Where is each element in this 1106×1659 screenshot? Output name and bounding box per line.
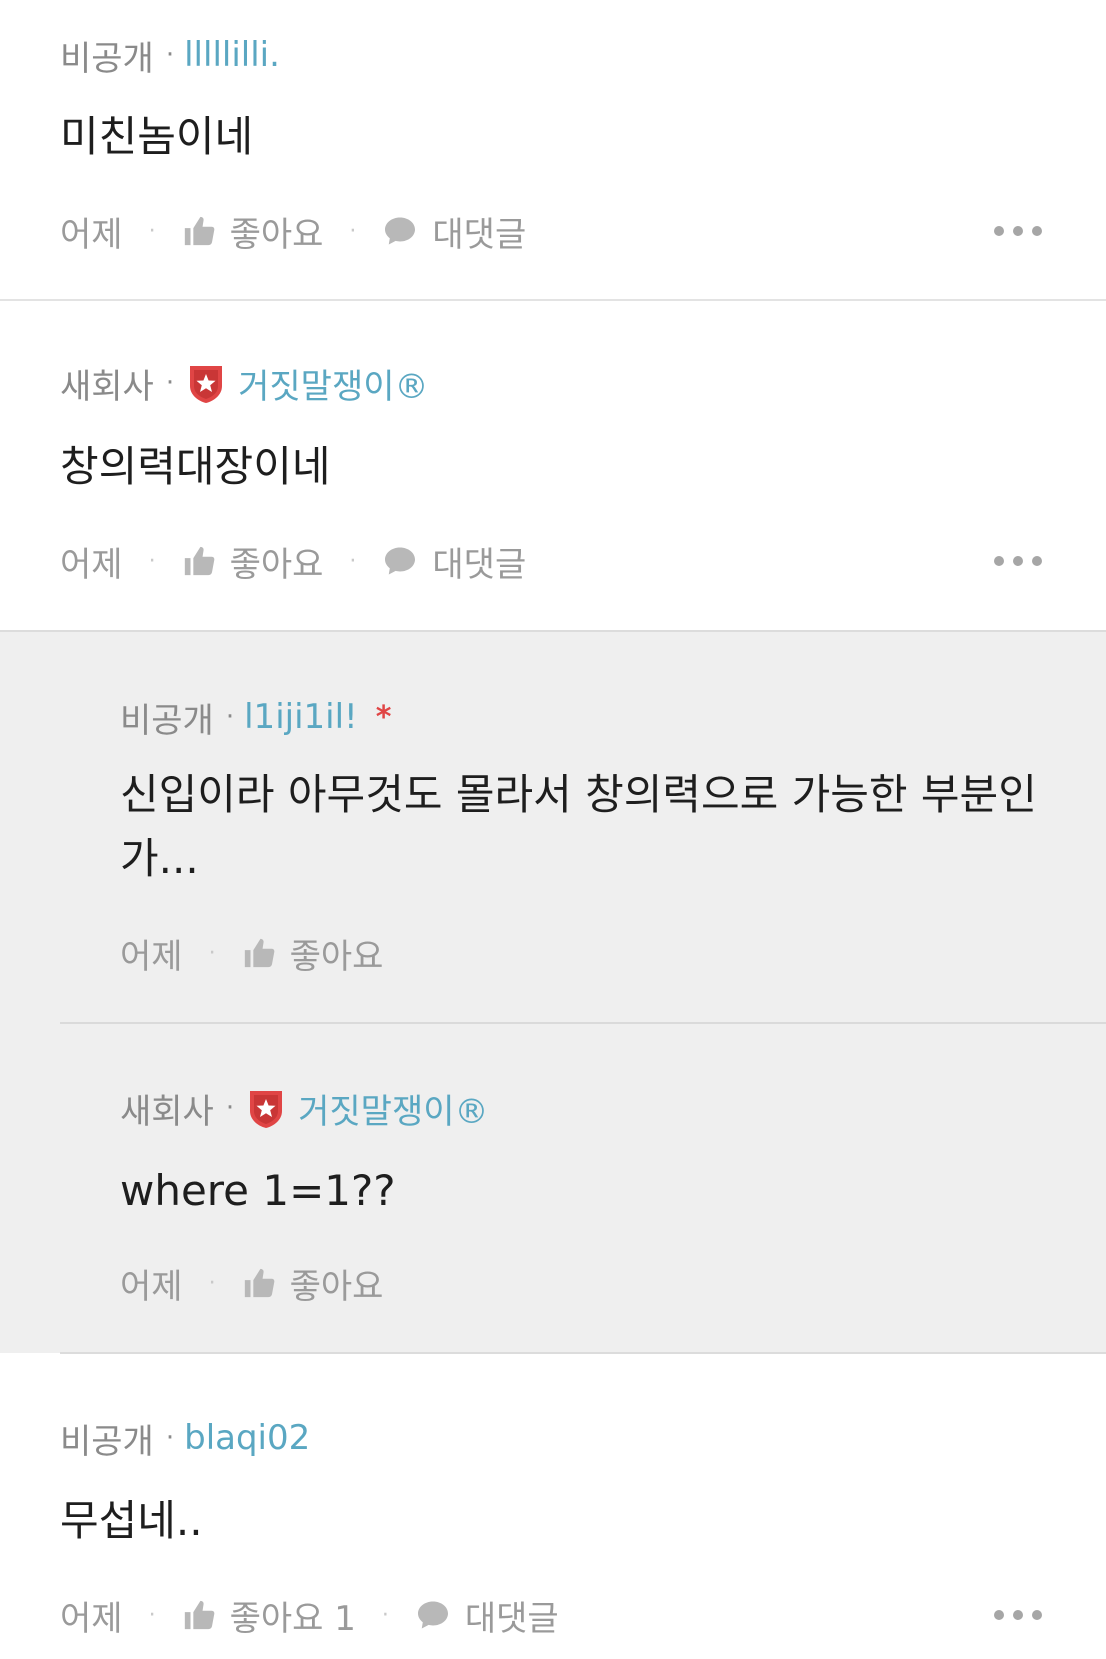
speech-bubble-icon <box>385 547 416 575</box>
shield-star-badge-icon <box>190 366 223 403</box>
username[interactable]: l1iji1il! <box>244 697 358 737</box>
comment-2-text: 창의력대장이네 <box>60 442 331 491</box>
like-button[interactable]: 좋아요 <box>242 1259 384 1308</box>
username[interactable]: blaqi02 <box>184 1418 310 1458</box>
action-separator: · <box>148 548 156 574</box>
comment-1-text: 미친놈이네 <box>60 112 254 161</box>
like-label: 좋아요 <box>289 1266 384 1307</box>
timestamp: 어제 <box>60 1598 123 1639</box>
author-mark: * <box>375 699 392 735</box>
reply-1-text-line1: 신입이라 아무것도 몰라서 창의력으로 가능한 부분인 <box>120 770 1037 819</box>
speech-bubble-icon <box>417 1601 448 1629</box>
comment-1-meta: 비공개 · lllllilli. <box>60 30 280 80</box>
like-button[interactable]: 좋아요 <box>182 207 324 256</box>
like-label: 좋아요 1 <box>229 1598 356 1639</box>
action-separator: · <box>381 1602 389 1628</box>
company-name: 새회사 <box>60 366 154 407</box>
thumbs-up-icon <box>184 216 214 246</box>
like-button[interactable]: 좋아요 <box>242 929 384 978</box>
meta-separator: · <box>165 1423 175 1453</box>
meta-separator: · <box>165 40 175 70</box>
thumbs-up-icon <box>244 1268 274 1298</box>
comment-1-actions: 어제 · 좋아요 · 대댓글 <box>60 206 526 256</box>
more-options-button[interactable] <box>994 224 1042 238</box>
like-label: 좋아요 <box>229 544 324 585</box>
reply-2-meta: 새회사 · 거짓말쟁이® <box>120 1083 489 1133</box>
like-label: 좋아요 <box>229 214 324 255</box>
action-separator: · <box>208 940 216 966</box>
company-name: 비공개 <box>60 1421 154 1462</box>
thumbs-up-icon <box>244 938 274 968</box>
company-name: 비공개 <box>60 38 154 79</box>
username[interactable]: 거짓말쟁이® <box>238 359 428 408</box>
speech-bubble-icon <box>385 217 416 245</box>
reply-divider <box>60 1022 1106 1024</box>
company-name: 새회사 <box>120 1091 214 1132</box>
timestamp: 어제 <box>120 936 183 977</box>
username[interactable]: lllllilli. <box>184 35 280 75</box>
reply-button[interactable]: 대댓글 <box>382 537 526 586</box>
comment-3-actions: 어제 · 좋아요 1 · 대댓글 <box>60 1590 559 1640</box>
action-separator: · <box>349 548 357 574</box>
thumbs-up-icon <box>184 1600 214 1630</box>
reply-label: 대댓글 <box>432 544 527 585</box>
timestamp: 어제 <box>60 544 123 585</box>
meta-separator: · <box>225 1093 235 1123</box>
reply-1-text-line2: 가... <box>120 834 199 883</box>
like-button[interactable]: 좋아요 <box>182 537 324 586</box>
reply-label: 대댓글 <box>464 1598 559 1639</box>
comment-2-meta: 새회사 · 거짓말쟁이® <box>60 358 429 408</box>
like-button[interactable]: 좋아요 1 <box>182 1591 356 1640</box>
comment-divider <box>0 299 1106 301</box>
more-options-button[interactable] <box>994 554 1042 568</box>
shield-star-badge-icon <box>250 1091 283 1128</box>
comment-3-text: 무섭네.. <box>60 1496 203 1545</box>
username[interactable]: 거짓말쟁이® <box>298 1084 488 1133</box>
action-separator: · <box>349 218 357 244</box>
reply-2-actions: 어제 · 좋아요 <box>120 1258 383 1308</box>
reply-1-actions: 어제 · 좋아요 <box>120 928 383 978</box>
company-name: 비공개 <box>120 700 214 741</box>
action-separator: · <box>148 1602 156 1628</box>
reply-label: 대댓글 <box>432 214 527 255</box>
timestamp: 어제 <box>60 214 123 255</box>
more-dots-icon <box>994 226 1004 236</box>
comment-3-meta: 비공개 · blaqi02 <box>60 1413 310 1463</box>
action-separator: · <box>208 1270 216 1296</box>
comment-divider <box>0 630 1106 632</box>
timestamp: 어제 <box>120 1266 183 1307</box>
reply-divider <box>60 1352 1106 1354</box>
more-dots-icon <box>994 556 1004 566</box>
more-options-button[interactable] <box>994 1608 1042 1622</box>
more-dots-icon <box>994 1610 1004 1620</box>
reply-1-meta: 비공개 · l1iji1il! * <box>120 692 391 742</box>
like-label: 좋아요 <box>289 936 384 977</box>
reply-button[interactable]: 대댓글 <box>382 207 526 256</box>
meta-separator: · <box>225 702 235 732</box>
comment-2-actions: 어제 · 좋아요 · 대댓글 <box>60 536 526 586</box>
reply-2-text: where 1=1?? <box>120 1166 396 1215</box>
action-separator: · <box>148 218 156 244</box>
reply-button[interactable]: 대댓글 <box>415 1591 559 1640</box>
meta-separator: · <box>165 368 175 398</box>
thumbs-up-icon <box>184 546 214 576</box>
